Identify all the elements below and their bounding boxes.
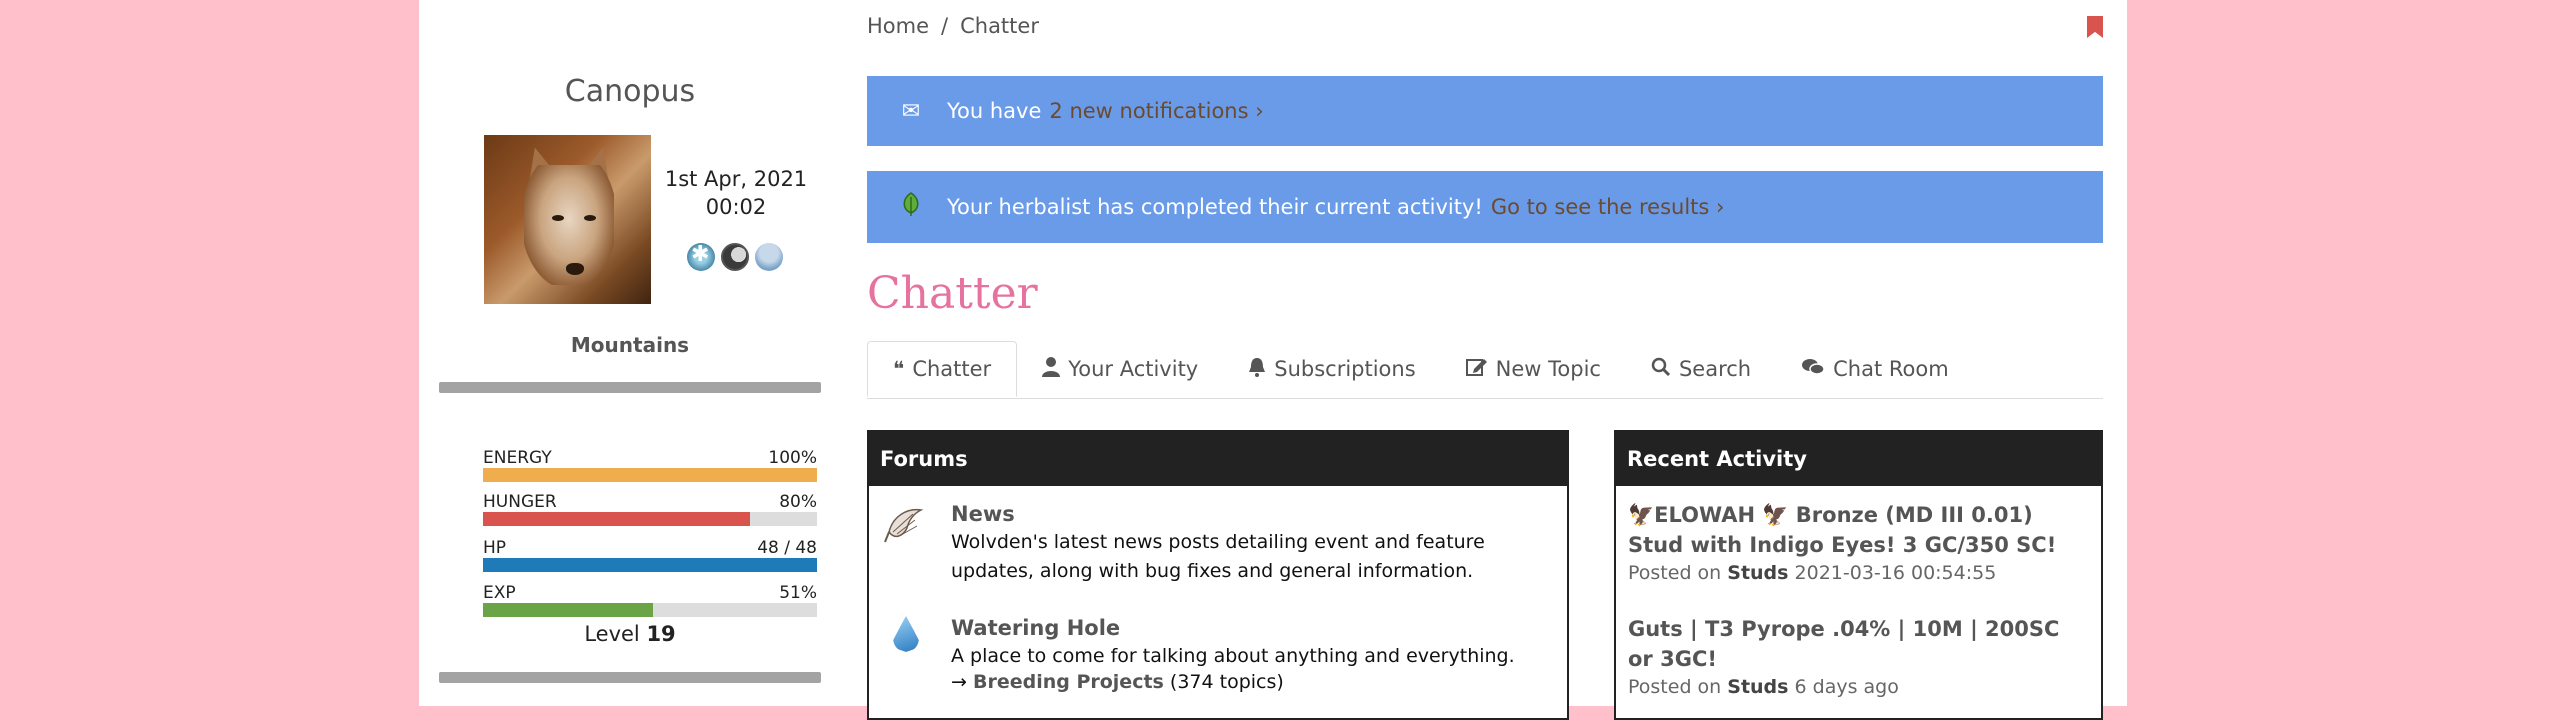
tab-your-activity[interactable]: Your Activity bbox=[1017, 341, 1223, 397]
herbalist-alert: Your herbalist has completed their curre… bbox=[867, 171, 2103, 243]
forum-title-news[interactable]: News bbox=[951, 502, 1557, 526]
subforum-topic-count: (374 topics) bbox=[1169, 671, 1284, 693]
stat-label: EXP bbox=[483, 583, 516, 603]
tab-label: Your Activity bbox=[1068, 357, 1199, 381]
character-level: Level 19 bbox=[419, 622, 841, 646]
herbalist-text: Your herbalist has completed their curre… bbox=[947, 195, 1483, 219]
wolf-nose bbox=[566, 263, 584, 275]
character-portrait[interactable] bbox=[484, 135, 651, 304]
breadcrumb: Home / Chatter bbox=[867, 14, 1039, 38]
posted-on-label: Posted on bbox=[1628, 562, 1722, 584]
stat-value: 48 / 48 bbox=[757, 538, 817, 558]
notifications-link[interactable]: 2 new notifications › bbox=[1049, 99, 1263, 123]
tab-label: Subscriptions bbox=[1274, 357, 1416, 381]
activity-board-link[interactable]: Studs bbox=[1727, 562, 1788, 584]
wolf-eye-left bbox=[552, 215, 564, 221]
search-icon bbox=[1651, 357, 1671, 382]
tab-label: Chatter bbox=[912, 357, 992, 381]
character-name[interactable]: Canopus bbox=[439, 74, 821, 109]
forum-description: A place to come for talking about anythi… bbox=[951, 645, 1515, 667]
stat-value: 100% bbox=[768, 448, 817, 468]
storm-cloud-icon bbox=[755, 243, 783, 271]
feather-bird-icon bbox=[883, 502, 927, 546]
level-label: Level bbox=[584, 622, 640, 646]
snowflake-icon bbox=[687, 242, 715, 271]
stat-track bbox=[483, 468, 817, 482]
tab-label: Chat Room bbox=[1833, 357, 1949, 381]
game-time: 00:02 bbox=[705, 195, 767, 219]
character-sidebar: Canopus 1st Apr, 2021 00:02 Mountains EN… bbox=[439, 0, 821, 706]
hunger-bar-fill bbox=[483, 512, 751, 526]
activity-time: 2021-03-16 00:54:55 bbox=[1794, 562, 1997, 584]
tab-new-topic[interactable]: New Topic bbox=[1441, 341, 1626, 397]
breadcrumb-current: Chatter bbox=[960, 14, 1039, 38]
energy-bar-fill bbox=[483, 468, 817, 482]
notification-alert: ✉ You have 2 new notifications › bbox=[867, 76, 2103, 146]
forum-text: News Wolvden's latest news posts detaili… bbox=[951, 502, 1557, 586]
forums-panel: Forums News Wolvden's latest news posts … bbox=[867, 430, 1569, 720]
leaf-icon bbox=[895, 191, 927, 223]
tab-chat-room[interactable]: Chat Room bbox=[1776, 341, 1974, 397]
exp-bar-fill bbox=[483, 603, 654, 617]
page-title: Chatter bbox=[867, 268, 1038, 319]
page-container: Canopus 1st Apr, 2021 00:02 Mountains EN… bbox=[419, 0, 2127, 720]
activity-board-link[interactable]: Studs bbox=[1727, 676, 1788, 698]
breadcrumb-home[interactable]: Home bbox=[867, 14, 929, 38]
herbalist-results-link[interactable]: Go to see the results › bbox=[1491, 195, 1725, 219]
wolf-eye-right bbox=[584, 215, 596, 221]
chatter-tabs: ❝ Chatter Your Activity Subscriptions Ne… bbox=[867, 341, 2103, 399]
forum-text: Watering Hole A place to come for talkin… bbox=[951, 616, 1557, 693]
recent-activity-panel: Recent Activity 🦅ELOWAH 🦅 Bronze (MD III… bbox=[1614, 430, 2103, 720]
breadcrumb-separator: / bbox=[941, 14, 949, 38]
quote-icon: ❝ bbox=[893, 357, 905, 381]
bookmark-icon[interactable] bbox=[2087, 16, 2103, 38]
hp-bar-fill bbox=[483, 558, 817, 572]
level-value: 19 bbox=[646, 622, 676, 646]
tab-subscriptions[interactable]: Subscriptions bbox=[1223, 341, 1440, 397]
water-drop-shape bbox=[893, 616, 919, 652]
stat-label: HUNGER bbox=[483, 492, 557, 512]
activity-meta: Posted on Studs 2021-03-16 00:54:55 bbox=[1628, 562, 2089, 584]
subforum-row: → Breeding Projects (374 topics) bbox=[951, 671, 1557, 693]
envelope-icon: ✉ bbox=[901, 98, 921, 124]
bell-icon bbox=[1248, 357, 1266, 382]
stat-track bbox=[483, 603, 817, 617]
activity-meta: Posted on Studs 6 days ago bbox=[1628, 676, 2089, 698]
activity-topic-link[interactable]: Guts | T3 Pyrope .04% | 10M | 200SC or 3… bbox=[1628, 614, 2089, 674]
forum-title-watering-hole[interactable]: Watering Hole bbox=[951, 616, 1557, 640]
game-datetime: 1st Apr, 2021 00:02 bbox=[651, 165, 821, 221]
stat-value: 80% bbox=[779, 492, 817, 512]
stat-label: HP bbox=[483, 538, 507, 558]
main-content: Home / Chatter ✉ You have 2 new notificati… bbox=[867, 0, 2103, 720]
forums-heading: Forums bbox=[869, 432, 1567, 486]
posted-on-label: Posted on bbox=[1628, 676, 1722, 698]
edit-icon bbox=[1465, 357, 1488, 382]
game-date: 1st Apr, 2021 bbox=[664, 167, 808, 191]
user-icon bbox=[1042, 356, 1061, 382]
subforum-arrow: → bbox=[951, 671, 967, 693]
tab-label: New Topic bbox=[1495, 357, 1601, 381]
divider-bar-bottom bbox=[439, 672, 821, 683]
subforum-link-breeding-projects[interactable]: Breeding Projects bbox=[973, 671, 1164, 693]
activity-item: 🦅ELOWAH 🦅 Bronze (MD III 0.01) Stud with… bbox=[1628, 500, 2089, 584]
notification-text: You have bbox=[947, 99, 1042, 123]
water-drop-icon bbox=[893, 616, 937, 660]
activity-topic-link[interactable]: 🦅ELOWAH 🦅 Bronze (MD III 0.01) Stud with… bbox=[1628, 500, 2089, 560]
divider-bar-top bbox=[439, 382, 821, 393]
stat-value: 51% bbox=[779, 583, 817, 603]
tab-label: Search bbox=[1678, 357, 1752, 381]
stat-label: ENERGY bbox=[483, 448, 552, 468]
moon-phase-icon bbox=[721, 243, 749, 271]
comments-icon bbox=[1801, 357, 1825, 382]
activity-time: 6 days ago bbox=[1794, 676, 1899, 698]
tab-chatter[interactable]: ❝ Chatter bbox=[867, 341, 1018, 397]
activity-item: Guts | T3 Pyrope .04% | 10M | 200SC or 3… bbox=[1628, 614, 2089, 698]
location-label: Mountains bbox=[570, 333, 690, 357]
stat-track bbox=[483, 558, 817, 572]
stat-track bbox=[483, 512, 817, 526]
weather-icons bbox=[687, 242, 783, 271]
forum-description: Wolvden's latest news posts detailing ev… bbox=[951, 531, 1485, 582]
tab-search[interactable]: Search bbox=[1626, 341, 1776, 397]
recent-activity-heading: Recent Activity bbox=[1616, 432, 2101, 486]
